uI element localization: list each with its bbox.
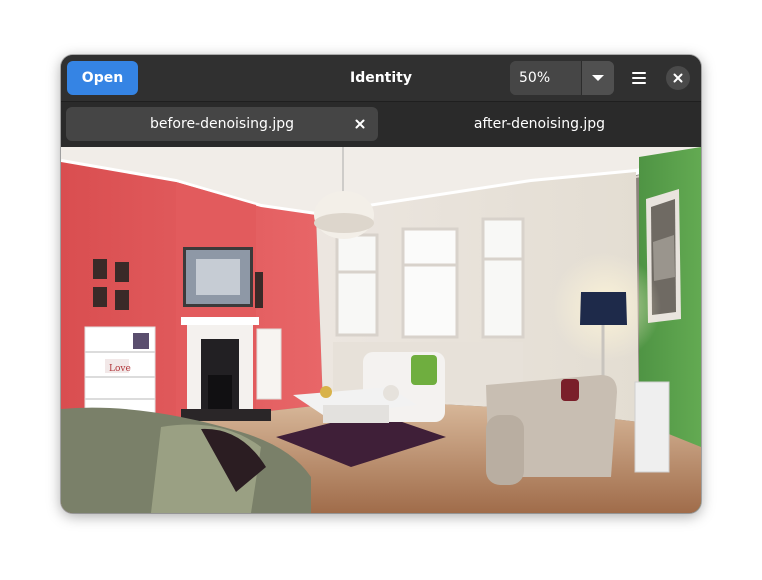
- close-icon: [673, 73, 683, 83]
- tab-bar: before-denoising.jpg after-denoising.jpg: [61, 102, 701, 147]
- app-window: Open Identity 50% before-denoising.jpg a…: [61, 55, 701, 513]
- header-bar: Open Identity 50%: [61, 55, 701, 102]
- tab-label: before-denoising.jpg: [150, 116, 294, 132]
- open-button[interactable]: Open: [67, 61, 138, 95]
- main-menu-button[interactable]: [622, 61, 656, 95]
- hamburger-menu-icon: [632, 72, 646, 84]
- love-sign: Love: [109, 364, 131, 374]
- tab-after-denoising[interactable]: after-denoising.jpg: [383, 107, 696, 141]
- living-room-photo: Love: [61, 147, 701, 513]
- window-close-button[interactable]: [666, 66, 690, 90]
- tab-before-denoising[interactable]: before-denoising.jpg: [66, 107, 378, 141]
- tab-close-button[interactable]: [348, 112, 372, 136]
- image-viewer[interactable]: Love: [61, 147, 701, 513]
- zoom-entry[interactable]: 50%: [510, 61, 581, 95]
- close-icon: [355, 119, 365, 129]
- tab-label: after-denoising.jpg: [473, 116, 606, 132]
- chevron-down-icon: [592, 75, 604, 81]
- zoom-dropdown-button[interactable]: [582, 61, 614, 95]
- zoom-control: 50%: [510, 61, 614, 95]
